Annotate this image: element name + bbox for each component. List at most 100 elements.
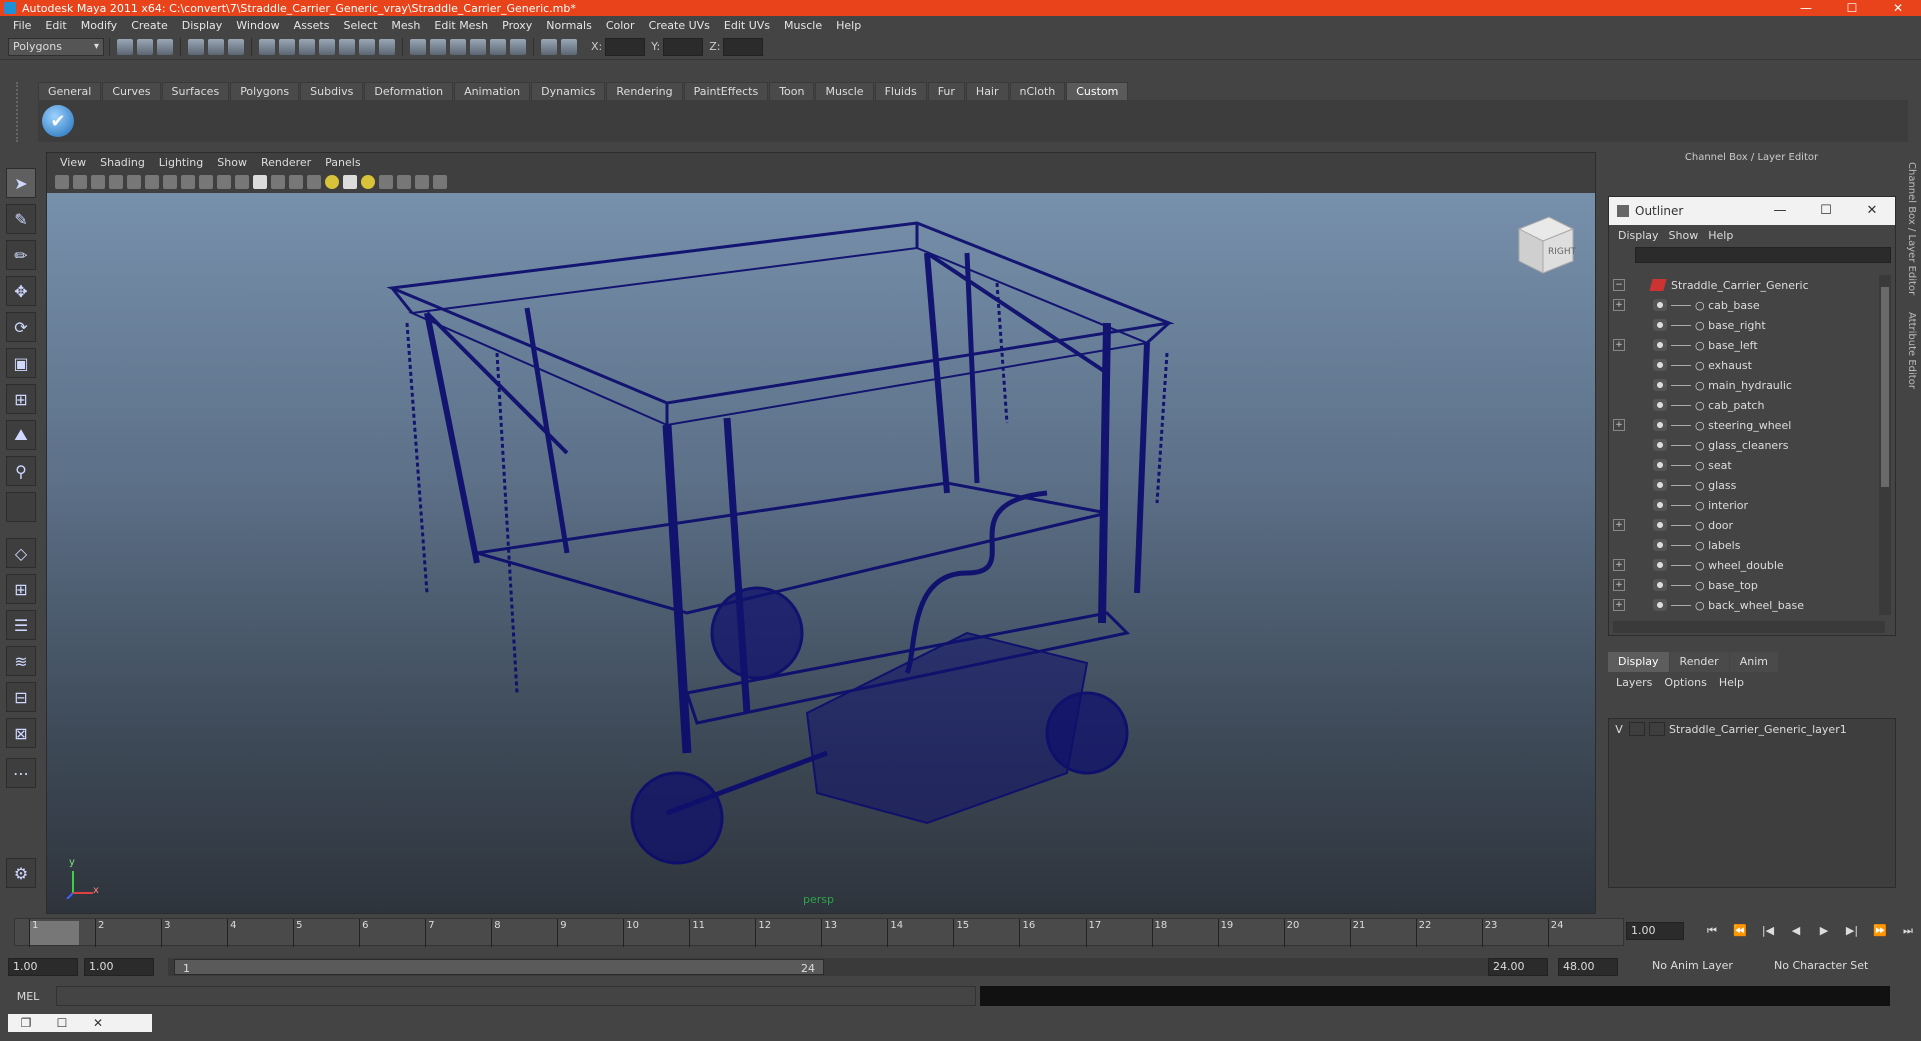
- save-scene-icon[interactable]: [157, 38, 173, 55]
- outliner-filter-field[interactable]: [1635, 247, 1891, 263]
- go-to-start-button[interactable]: ⏮: [1702, 922, 1722, 940]
- expand-icon[interactable]: +: [1613, 519, 1625, 531]
- menu-modify[interactable]: Modify: [74, 19, 124, 32]
- outliner-item[interactable]: + ○ wheel_double: [1609, 555, 1879, 575]
- outliner-item[interactable]: ○ seat: [1609, 455, 1879, 475]
- shelf-tab-polygons[interactable]: Polygons: [230, 82, 300, 100]
- shelf-tab-muscle[interactable]: Muscle: [815, 82, 874, 100]
- command-input[interactable]: [56, 986, 976, 1006]
- step-forward-key-button[interactable]: ⏩: [1870, 922, 1890, 940]
- outliner-menu-display[interactable]: Display: [1613, 229, 1664, 242]
- step-back-frame-button[interactable]: |◀: [1758, 922, 1778, 940]
- shelf-grip[interactable]: [16, 82, 30, 142]
- history-icon[interactable]: [359, 38, 375, 55]
- outliner-item[interactable]: + ○ steering_wheel: [1609, 415, 1879, 435]
- minimized-window[interactable]: ❐ ☐ ✕: [8, 1014, 152, 1032]
- visibility-eye-icon[interactable]: [1653, 519, 1667, 531]
- menu-normals[interactable]: Normals: [539, 19, 599, 32]
- snap-grid-icon[interactable]: [259, 38, 275, 55]
- visibility-eye-icon[interactable]: [1653, 339, 1667, 351]
- field-chart-icon[interactable]: [199, 175, 213, 189]
- outliner-menu-show[interactable]: Show: [1664, 229, 1704, 242]
- layer-tab-render[interactable]: Render: [1669, 652, 1729, 672]
- construction-history-icon[interactable]: [410, 38, 426, 55]
- outliner-hscrollbar[interactable]: [1613, 621, 1885, 633]
- step-forward-frame-button[interactable]: ▶|: [1842, 922, 1862, 940]
- hud-icon[interactable]: [433, 175, 447, 189]
- expand-icon[interactable]: +: [1613, 299, 1625, 311]
- soft-modify-icon[interactable]: ⛰: [6, 420, 36, 450]
- scroll-thumb[interactable]: [1881, 287, 1889, 487]
- end-time-field[interactable]: 48.00: [1558, 958, 1618, 976]
- outliner-item[interactable]: ○ exhaust: [1609, 355, 1879, 375]
- viewport-menu-renderer[interactable]: Renderer: [254, 156, 318, 169]
- help-icon[interactable]: [379, 38, 395, 55]
- outliner-item[interactable]: ○ glass_cleaners: [1609, 435, 1879, 455]
- shelf-tab-deformation[interactable]: Deformation: [364, 82, 454, 100]
- viewcube[interactable]: RIGHT: [1511, 211, 1577, 277]
- expand-icon[interactable]: +: [1613, 419, 1625, 431]
- menu-mesh[interactable]: Mesh: [384, 19, 427, 32]
- flat-shade-icon[interactable]: [289, 175, 303, 189]
- universal-manipulator-icon[interactable]: ⊞: [6, 384, 36, 414]
- visibility-eye-icon[interactable]: [1653, 539, 1667, 551]
- maximize-icon[interactable]: ☐: [44, 1016, 80, 1030]
- hypershade-layout-icon[interactable]: ⊟: [6, 682, 36, 712]
- rotate-tool-icon[interactable]: ⟳: [6, 312, 36, 342]
- menu-proxy[interactable]: Proxy: [495, 19, 539, 32]
- visibility-eye-icon[interactable]: [1653, 439, 1667, 451]
- shelf-tab-general[interactable]: General: [38, 82, 102, 100]
- visibility-eye-icon[interactable]: [1653, 419, 1667, 431]
- outliner-minimize-button[interactable]: —: [1757, 197, 1803, 225]
- restore-icon[interactable]: ❐: [8, 1016, 44, 1030]
- playback-start-field[interactable]: 1.00: [84, 958, 154, 976]
- smooth-shade-icon[interactable]: [271, 175, 285, 189]
- camera-icon[interactable]: [55, 175, 69, 189]
- shelf-tab-custom[interactable]: Custom: [1066, 82, 1129, 100]
- expand-icon[interactable]: +: [1613, 339, 1625, 351]
- outliner-item[interactable]: + ○ base_left: [1609, 335, 1879, 355]
- outliner-item[interactable]: + ○ cab_base: [1609, 295, 1879, 315]
- shelf-tab-fluids[interactable]: Fluids: [874, 82, 927, 100]
- menu-assets[interactable]: Assets: [287, 19, 337, 32]
- new-scene-icon[interactable]: [117, 38, 133, 55]
- layer-type-toggle[interactable]: [1629, 722, 1645, 736]
- shelf-tab-hair[interactable]: Hair: [965, 82, 1009, 100]
- outliner-menu-help[interactable]: Help: [1703, 229, 1738, 242]
- visibility-eye-icon[interactable]: [1653, 359, 1667, 371]
- shelf-tab-curves[interactable]: Curves: [102, 82, 161, 100]
- layer-menu-layers[interactable]: Layers: [1610, 676, 1658, 689]
- y-field[interactable]: [663, 37, 704, 56]
- render-icon[interactable]: [430, 38, 446, 55]
- x-field[interactable]: [605, 37, 646, 56]
- shelf-tab-surfaces[interactable]: Surfaces: [161, 82, 230, 100]
- outliner-item[interactable]: + ○ base_top: [1609, 575, 1879, 595]
- shelf-tab-toon[interactable]: Toon: [769, 82, 815, 100]
- persp-outliner-layout-icon[interactable]: ☰: [6, 610, 36, 640]
- visibility-eye-icon[interactable]: [1653, 479, 1667, 491]
- scene-settings-icon[interactable]: ⚙: [6, 858, 36, 888]
- character-set-selector[interactable]: No Character Set: [1770, 958, 1870, 976]
- menu-color[interactable]: Color: [599, 19, 642, 32]
- menu-create[interactable]: Create: [124, 19, 175, 32]
- layer-tab-display[interactable]: Display: [1608, 652, 1669, 672]
- paint-select-tool-icon[interactable]: ✏: [6, 240, 36, 270]
- menu-select[interactable]: Select: [336, 19, 384, 32]
- time-slider[interactable]: 1 2 3 4 5 6 7 8 9 10 11 12 13 14 15 16 17 18 19 20 21 22 23 24: [14, 918, 1624, 947]
- visibility-eye-icon[interactable]: [1653, 399, 1667, 411]
- layer-color-swatch[interactable]: [1649, 722, 1665, 736]
- visibility-eye-icon[interactable]: [1653, 499, 1667, 511]
- shelf-tab-fur[interactable]: Fur: [927, 82, 965, 100]
- visibility-eye-icon[interactable]: [1653, 299, 1667, 311]
- maximize-button[interactable]: ☐: [1829, 0, 1875, 16]
- shelf-tab-dynamics[interactable]: Dynamics: [531, 82, 606, 100]
- xray-joints-icon[interactable]: [415, 175, 429, 189]
- layer-tab-anim[interactable]: Anim: [1729, 652, 1778, 672]
- menu-edit[interactable]: Edit: [38, 19, 73, 32]
- snap-point-icon[interactable]: [299, 38, 315, 55]
- go-to-end-button[interactable]: ⏭: [1898, 922, 1918, 940]
- mel-label[interactable]: MEL: [0, 990, 56, 1003]
- film-gate-icon[interactable]: [145, 175, 159, 189]
- sidetab-channel-box[interactable]: Channel Box / Layer Editor: [1906, 162, 1917, 295]
- mode-selector[interactable]: Polygons: [8, 37, 104, 56]
